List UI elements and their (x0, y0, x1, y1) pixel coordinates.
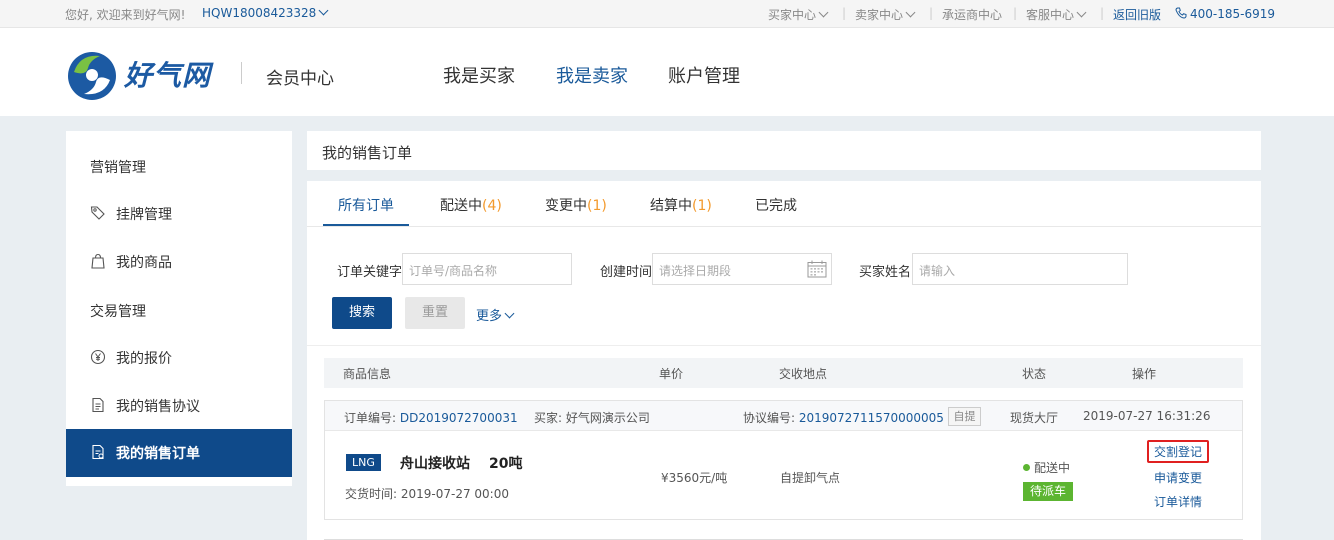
col-delivery-place: 交收地点 (779, 367, 828, 381)
chevron-down-icon (1076, 7, 1087, 18)
order-tabs: 所有订单 配送中(4) 变更中(1) 结算中(1) 已完成 (307, 181, 1261, 227)
delivery-register-link[interactable]: 交割登记 (1147, 440, 1210, 463)
topbar-link-seller-center[interactable]: 卖家中心 (855, 6, 916, 23)
delivery-time: 交货时间: 2019-07-27 00:00 (345, 487, 509, 501)
divider: | (1100, 6, 1105, 20)
order-document-icon (92, 444, 104, 460)
topbar-link-carrier-center[interactable]: 承运商中心 (942, 6, 1002, 23)
col-unit-price: 单价 (659, 367, 684, 381)
divider (307, 345, 1261, 346)
divider: | (1013, 6, 1018, 20)
sidebar-item-label: 我的报价 (116, 351, 172, 367)
order-detail-link[interactable]: 订单详情 (1154, 493, 1202, 510)
status-dot-icon (1023, 464, 1030, 471)
delivery-place: 自提卸气点 (780, 471, 841, 485)
date-label: 创建时间 (600, 265, 653, 280)
col-status: 状态 (1022, 367, 1047, 381)
logo-text: 好气网 (124, 59, 212, 92)
sidebar-group-marketing: 营销管理 (90, 160, 146, 176)
agreement-number: 协议编号: 2019072711570000005 (743, 411, 944, 425)
product-type-tag: LNG (346, 454, 381, 471)
page-title: 我的销售订单 (322, 144, 413, 162)
more-filters-toggle[interactable]: 更多 (476, 305, 515, 324)
chevron-down-icon (504, 308, 515, 319)
topbar-link-service-center[interactable]: 客服中心 (1026, 6, 1087, 23)
reset-button[interactable]: 重置 (405, 297, 465, 329)
nav-buyer[interactable]: 我是买家 (443, 62, 515, 88)
order-number-link[interactable]: DD2019072700031 (400, 411, 518, 425)
sidebar-item-products[interactable]: 我的商品 (66, 238, 292, 286)
order-card: 订单编号: DD2019072700031 买家: 好气网演示公司 协议编号: … (324, 400, 1243, 520)
unit-price: ¥3560元/吨 (661, 471, 728, 485)
user-account-menu[interactable]: HQW18008423328 (202, 5, 329, 20)
tab-all-orders[interactable]: 所有订单 (338, 195, 394, 215)
logo-swirl-icon (68, 52, 116, 100)
sidebar-item-sales-orders[interactable]: 我的销售订单 (66, 429, 292, 477)
product-quantity: 20吨 (489, 456, 523, 472)
top-bar: 您好, 欢迎来到好气网! HQW18008423328 买家中心 | 卖家中心 … (0, 0, 1334, 28)
site-logo[interactable]: 好气网 (64, 46, 224, 102)
tab-completed[interactable]: 已完成 (755, 195, 797, 215)
nav-seller[interactable]: 我是卖家 (556, 62, 628, 88)
document-icon (92, 397, 104, 413)
apply-change-link[interactable]: 申请变更 (1154, 469, 1202, 486)
member-center-title: 会员中心 (266, 69, 334, 89)
yen-coin-icon (90, 349, 106, 365)
header-divider (241, 62, 242, 84)
sidebar-item-label: 我的销售协议 (116, 399, 200, 415)
nav-account[interactable]: 账户管理 (668, 62, 740, 88)
col-actions: 操作 (1132, 367, 1157, 381)
tab-changing[interactable]: 变更中(1) (545, 195, 607, 215)
date-range-input[interactable]: 请选择日期段 (652, 253, 832, 285)
shopping-bag-icon (91, 253, 105, 269)
keyword-label: 订单关键字 (337, 265, 403, 280)
sidebar-item-label: 挂牌管理 (116, 207, 172, 223)
divider: | (842, 6, 847, 20)
sidebar-group-trade: 交易管理 (90, 304, 146, 320)
chevron-down-icon (905, 7, 916, 18)
sidebar: 营销管理 挂牌管理 我的商品 交易管理 我的报价 我的销售协议 我的销售订单 (66, 131, 292, 486)
site-header: 好气网 会员中心 我是买家 我是卖家 账户管理 (0, 28, 1334, 116)
trade-hall: 现货大厅 (1010, 411, 1059, 425)
buyer-name-input[interactable]: 请输入 (912, 253, 1128, 285)
chevron-down-icon (318, 5, 329, 16)
divider: | (929, 6, 934, 20)
sidebar-item-label: 我的商品 (116, 255, 172, 271)
calendar-icon (807, 260, 827, 278)
agreement-number-link[interactable]: 2019072711570000005 (799, 411, 944, 425)
sidebar-item-listing[interactable]: 挂牌管理 (66, 190, 292, 238)
keyword-input[interactable]: 订单号/商品名称 (402, 253, 572, 285)
chevron-down-icon (818, 7, 829, 18)
sidebar-item-label: 我的销售订单 (116, 446, 200, 462)
sidebar-item-quotes[interactable]: 我的报价 (66, 334, 292, 382)
tab-delivering[interactable]: 配送中(4) (440, 195, 502, 215)
search-button[interactable]: 搜索 (332, 297, 392, 329)
col-product-info: 商品信息 (343, 367, 392, 381)
buyer-name-label: 买家姓名 (859, 265, 912, 280)
order-number: 订单编号: DD2019072700031 (344, 411, 518, 425)
pickup-tag: 自提 (948, 407, 981, 426)
table-header: 商品信息 单价 交收地点 状态 操作 (324, 358, 1243, 388)
buyer-info: 买家: 好气网演示公司 (534, 411, 650, 425)
phone-number: 400-185-6919 (1175, 6, 1275, 21)
sidebar-item-sales-agreements[interactable]: 我的销售协议 (66, 382, 292, 430)
date-range-placeholder: 请选择日期段 (659, 264, 732, 278)
order-header-row: 订单编号: DD2019072700031 买家: 好气网演示公司 协议编号: … (325, 401, 1242, 431)
order-status: 配送中 (1023, 459, 1070, 476)
tag-icon (90, 206, 105, 220)
back-old-version-link[interactable]: 返回旧版 (1113, 6, 1161, 23)
active-tab-indicator (323, 224, 409, 226)
status-badge: 待派车 (1023, 482, 1073, 501)
created-time: 2019-07-27 16:31:26 (1083, 409, 1211, 423)
topbar-link-buyer-center[interactable]: 买家中心 (768, 6, 829, 23)
phone-icon (1175, 7, 1187, 19)
orders-panel: 所有订单 配送中(4) 变更中(1) 结算中(1) 已完成 订单关键字 订单号/… (307, 181, 1261, 540)
product-name: 舟山接收站 (400, 456, 470, 472)
user-account-name: HQW18008423328 (202, 6, 317, 20)
tab-settling[interactable]: 结算中(1) (650, 195, 712, 215)
welcome-text: 您好, 欢迎来到好气网! (65, 8, 186, 22)
page-title-bar: 我的销售订单 (307, 131, 1261, 170)
